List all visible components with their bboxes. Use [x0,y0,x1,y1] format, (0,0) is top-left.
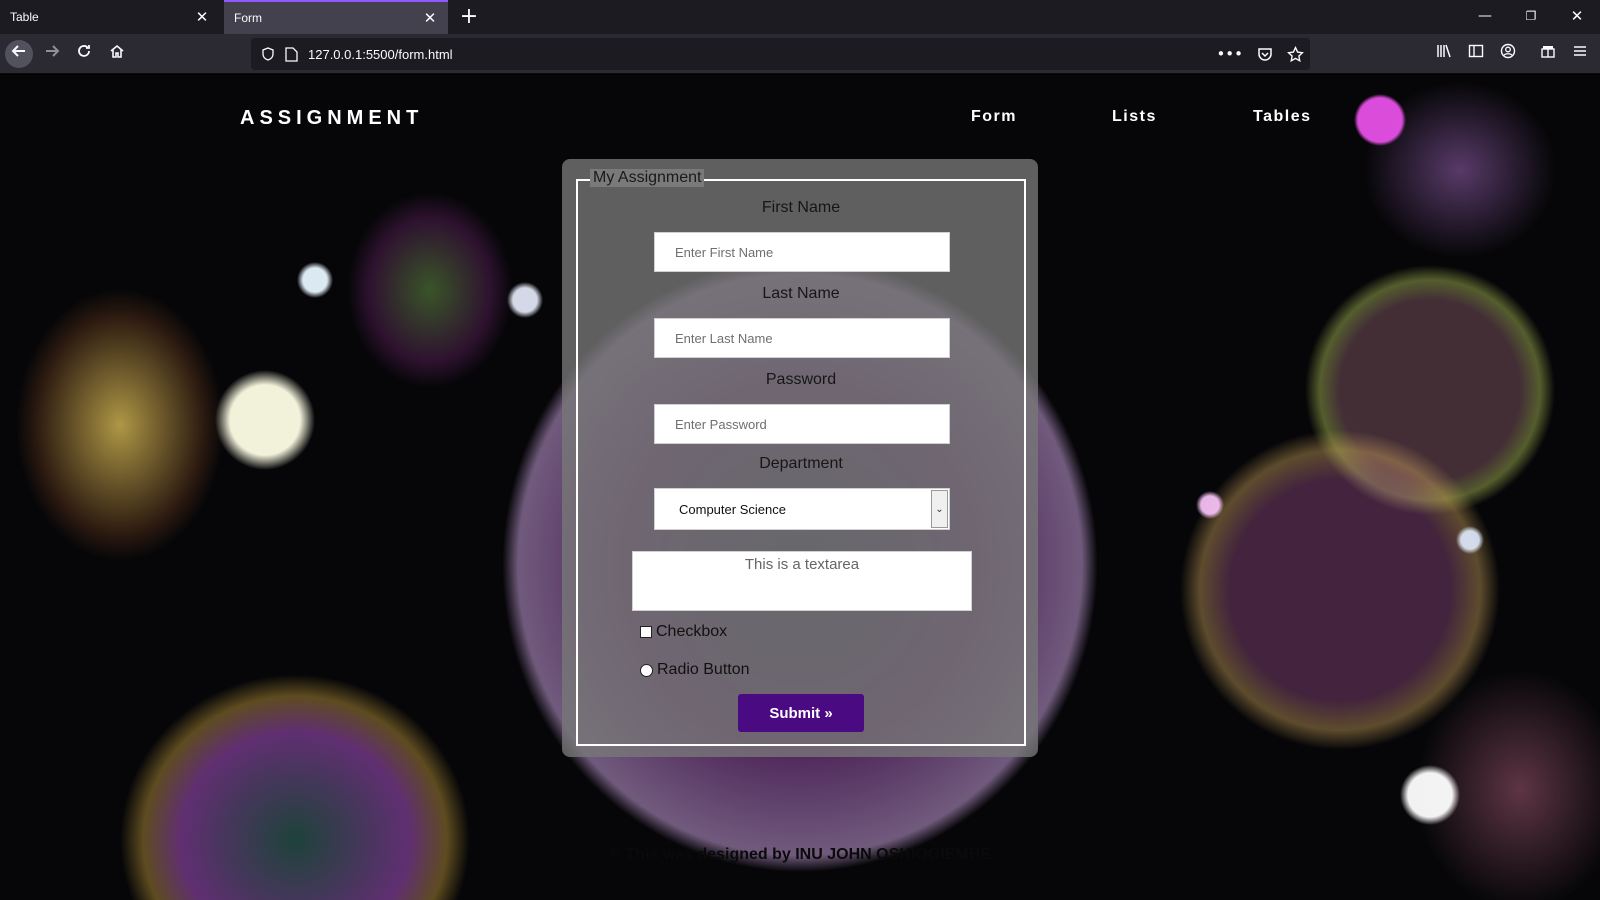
tab-title: Table [10,10,39,24]
nav-link-lists[interactable]: Lists [1112,108,1157,126]
form-fieldset: My Assignment First Name Last Name Passw… [576,169,1026,746]
minimize-button[interactable]: — [1462,0,1508,34]
radio-button[interactable] [640,663,653,677]
tab-form[interactable]: Form ✕ [224,0,448,34]
checkbox-row[interactable]: Checkbox [640,623,727,641]
library-icon[interactable] [1432,40,1456,68]
department-select[interactable]: Computer Science ⌄ [654,488,950,530]
navigation-toolbar: 127.0.0.1:5500/form.html ••• [0,34,1600,74]
restore-button[interactable]: ❐ [1508,0,1554,34]
department-selected-value: Computer Science [679,502,786,517]
form-legend: My Assignment [590,169,705,187]
more-actions-icon[interactable]: ••• [1216,45,1243,63]
submit-button[interactable]: Submit » [738,694,864,732]
first-name-input[interactable] [654,232,950,272]
last-name-input[interactable] [654,318,950,358]
bookmark-star-icon[interactable] [1287,45,1304,63]
window-close-button[interactable]: ✕ [1554,0,1600,34]
radio-label: Radio Button [657,661,750,678]
url-text[interactable]: 127.0.0.1:5500/form.html [308,47,453,62]
new-tab-button[interactable]: + [456,3,482,31]
chevron-down-icon[interactable]: ⌄ [931,490,948,528]
tab-table[interactable]: Table ✕ [0,0,220,34]
tab-bar: Table ✕ Form ✕ + — ❐ ✕ [0,0,1600,34]
page-icon [285,46,298,62]
close-icon[interactable]: ✕ [422,9,438,27]
pocket-icon[interactable] [1257,46,1273,62]
site-logo[interactable]: ASSIGNMENT [240,107,423,130]
extensions-icon[interactable] [1536,40,1560,68]
home-icon[interactable] [103,40,131,68]
close-icon[interactable]: ✕ [194,8,210,26]
form-card: My Assignment First Name Last Name Passw… [562,159,1038,757]
tab-title: Form [234,11,262,25]
comment-textarea[interactable]: This is a textarea [632,551,972,611]
address-bar[interactable]: 127.0.0.1:5500/form.html ••• [251,38,1310,70]
menu-icon[interactable] [1568,40,1592,68]
account-icon[interactable] [1496,40,1520,68]
page-content: ASSIGNMENT Form Lists Tables My Assignme… [0,75,1600,900]
checkbox-label: Checkbox [656,623,728,640]
shield-icon[interactable] [261,47,275,61]
site-header: ASSIGNMENT Form Lists Tables [0,75,1600,165]
footer-credit: © This was designed by INU JOHN OSHIOGIE… [609,846,991,863]
radio-row[interactable]: Radio Button [640,661,750,679]
nav-link-form[interactable]: Form [971,108,1017,126]
checkbox[interactable] [640,626,652,638]
reload-icon[interactable] [70,40,98,68]
password-input[interactable] [654,404,950,444]
first-name-label: First Name [761,199,841,216]
department-label: Department [759,455,843,472]
sidebar-icon[interactable] [1464,40,1488,68]
back-arrow-icon[interactable] [5,40,33,68]
last-name-label: Last Name [762,285,840,302]
forward-arrow-icon[interactable] [38,40,66,68]
nav-link-tables[interactable]: Tables [1253,108,1312,126]
password-label: Password [765,371,837,388]
